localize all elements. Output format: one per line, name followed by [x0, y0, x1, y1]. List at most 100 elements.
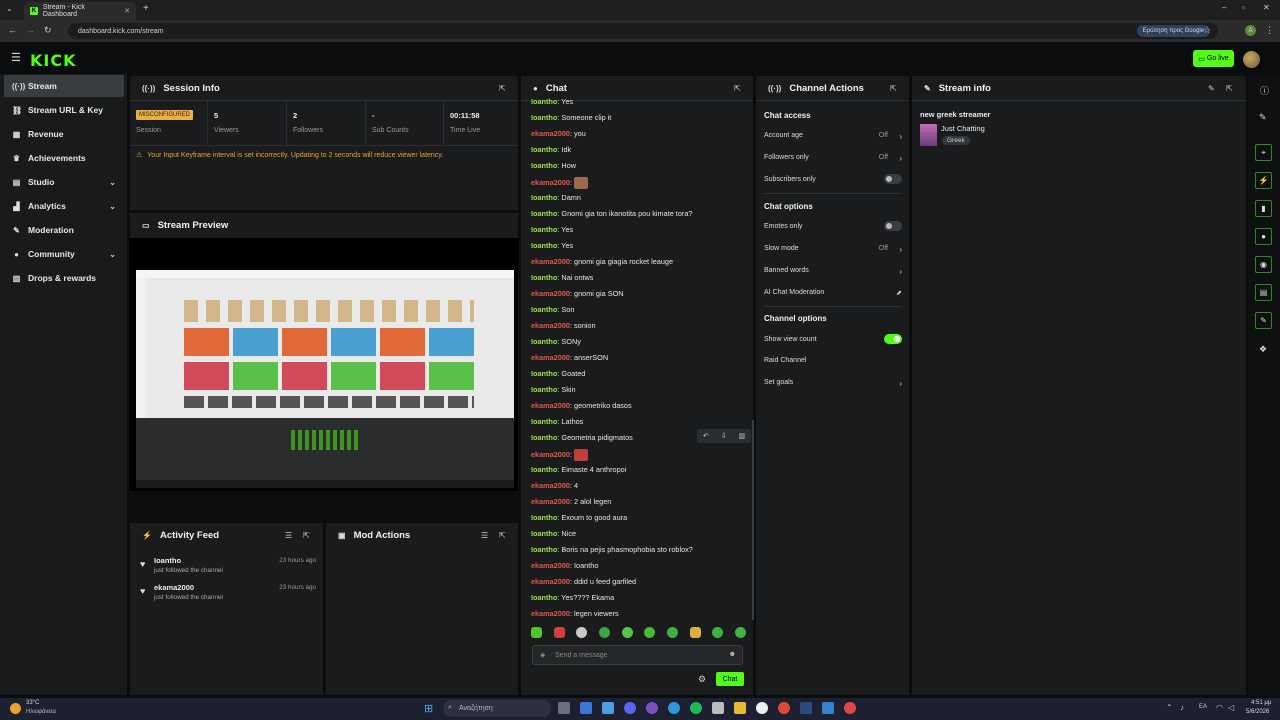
chat-message[interactable]: Ioantho: Lathos	[531, 417, 583, 426]
viber-icon[interactable]	[646, 702, 658, 714]
chat-message[interactable]: ekama2000: gnomi gia giagia rocket leaug…	[531, 257, 673, 266]
clock-date[interactable]: 5/6/2026	[1246, 709, 1269, 715]
chat-message[interactable]: Ioantho: Goated	[531, 369, 585, 378]
rail-session-icon[interactable]: ⌖	[1255, 144, 1272, 161]
app-icon[interactable]	[580, 702, 592, 714]
chat-message[interactable]: ekama2000: legen viewers	[531, 609, 619, 618]
stream-category[interactable]: Just Chatting	[941, 124, 985, 133]
sidebar-item-community[interactable]: ● Community ⌄	[4, 243, 124, 265]
taskbar-search[interactable]: ⌕ Αναζήτηση	[443, 700, 551, 717]
chat-username[interactable]: Ioantho	[531, 161, 557, 170]
maximize-icon[interactable]: ▫	[1242, 3, 1245, 12]
new-tab-icon[interactable]: +	[143, 3, 149, 14]
chat-message[interactable]: Ioantho: Gnomi gia ton ikanotita pou kim…	[531, 209, 692, 218]
app-icon[interactable]	[712, 702, 724, 714]
stream-tag[interactable]: Greek	[942, 136, 970, 145]
chat-message[interactable]: Ioantho: Yes	[531, 225, 573, 234]
chat-message[interactable]: ekama2000: sonion	[531, 321, 596, 330]
go-live-button[interactable]: ▭ Go live	[1193, 50, 1234, 67]
popout-icon[interactable]: ⇱	[734, 84, 741, 93]
emote-icon[interactable]	[644, 627, 656, 638]
chat-message[interactable]: Ioantho: How	[531, 161, 576, 170]
chat-username[interactable]: Ioantho	[531, 433, 557, 442]
emote-icon[interactable]	[712, 627, 724, 638]
sidebar-item-analytics[interactable]: ▟ Analytics ⌄	[4, 195, 124, 217]
filter-icon[interactable]: ☰	[285, 531, 292, 540]
task-view-icon[interactable]	[558, 702, 570, 714]
followers-only-row[interactable]: Followers only Off ›	[764, 154, 902, 163]
chat-message[interactable]: Ioantho: Yes	[531, 241, 573, 250]
language-indicator[interactable]: EA	[1199, 704, 1207, 710]
account-age-row[interactable]: Account age Off ›	[764, 132, 902, 141]
chat-username[interactable]: Ioantho	[531, 241, 557, 250]
sidebar-item-stream[interactable]: ((·)) Stream	[4, 75, 124, 97]
chat-message[interactable]: ekama2000: you	[531, 129, 586, 138]
emoji-icon[interactable]: ☻	[729, 651, 736, 658]
popout-icon[interactable]: ⇱	[499, 84, 506, 93]
app-icon[interactable]	[822, 702, 834, 714]
wifi-icon[interactable]: ◠	[1216, 703, 1223, 712]
rail-preview-icon[interactable]: ▤	[1255, 284, 1272, 301]
subscribers-only-toggle[interactable]	[884, 174, 902, 184]
sidebar-item-drops[interactable]: ▥ Drops & rewards	[4, 267, 124, 289]
popout-icon[interactable]: ⇱	[1226, 84, 1233, 93]
chat-username[interactable]: ekama2000	[531, 401, 570, 410]
profile-avatar[interactable]: A	[1245, 25, 1256, 36]
stream-preview-video[interactable]	[130, 238, 518, 491]
chat-message[interactable]: ekama2000: 4	[531, 481, 578, 490]
chat-message[interactable]: Ioantho: Geometria pidigmatos	[531, 433, 633, 442]
back-icon[interactable]: ←	[8, 25, 17, 35]
browser-menu-icon[interactable]: ⋮	[1265, 25, 1274, 36]
chat-message[interactable]: Ioantho: Nice	[531, 529, 576, 538]
google-search-chip[interactable]: Ερώτηση προς Google	[1136, 25, 1210, 37]
chat-username[interactable]: ekama2000	[531, 289, 570, 298]
layout-icon[interactable]: ❖	[1259, 344, 1267, 355]
rail-wrench-icon[interactable]: ✎	[1255, 312, 1272, 329]
emotes-only-toggle[interactable]	[884, 221, 902, 231]
set-goals-row[interactable]: Set goals ›	[764, 379, 902, 388]
chat-username[interactable]: ekama2000	[531, 481, 570, 490]
forward-icon[interactable]: →	[26, 25, 35, 35]
steam-icon[interactable]	[800, 702, 812, 714]
url-field[interactable]: dashboard.kick.com/stream	[68, 23, 1218, 39]
edit-pencil-icon[interactable]: ✎	[1259, 112, 1267, 123]
chat-message[interactable]: Ioantho: Damn	[531, 193, 581, 202]
rail-chat-icon[interactable]: ●	[1255, 228, 1272, 245]
chat-username[interactable]: Ioantho	[531, 273, 557, 282]
undo-icon[interactable]: ↶	[703, 432, 709, 440]
chat-message[interactable]: Ioantho: Nai ontws	[531, 273, 593, 282]
popout-icon[interactable]: ⇱	[499, 531, 506, 540]
chat-message[interactable]: ekama2000: 2 alol legen	[531, 497, 611, 506]
weather-temp[interactable]: 33°C	[26, 700, 39, 706]
chat-message[interactable]: Ioantho: Boris na pejis phasmophobia sto…	[531, 545, 693, 554]
rail-activity-icon[interactable]: ⚡	[1255, 172, 1272, 189]
spotify-icon[interactable]	[690, 702, 702, 714]
emote-icon[interactable]	[689, 627, 701, 638]
chat-scrollbar[interactable]	[752, 420, 754, 620]
chrome-icon[interactable]	[778, 702, 790, 714]
chat-username[interactable]: Ioantho	[531, 385, 557, 394]
chat-message[interactable]: ekama2000: Ioantho	[531, 561, 598, 570]
sidebar-item-studio[interactable]: ▤ Studio ⌄	[4, 171, 124, 193]
send-chat-button[interactable]: Chat	[716, 672, 744, 686]
tab-search-icon[interactable]: ⌄	[6, 4, 13, 13]
kick-logo[interactable]: KICK	[30, 51, 77, 70]
chat-username[interactable]: Ioantho	[531, 513, 557, 522]
user-avatar[interactable]	[1243, 51, 1260, 68]
delete-icon[interactable]: ▥	[738, 432, 745, 440]
rail-broadcast-icon[interactable]: ◉	[1255, 256, 1272, 273]
chat-username[interactable]: Ioantho	[531, 97, 557, 106]
chat-message[interactable]: ekama2000:	[531, 449, 589, 461]
chat-message[interactable]: Ioantho: Skin	[531, 385, 576, 394]
chat-username[interactable]: ekama2000	[531, 497, 570, 506]
sidebar-item-achievements[interactable]: ♛ Achievements	[4, 147, 124, 169]
chat-username[interactable]: Ioantho	[531, 593, 557, 602]
sidebar-item-revenue[interactable]: ▦ Revenue	[4, 123, 124, 145]
ai-moderation-row[interactable]: AI Chat Moderation ⬈	[764, 289, 902, 297]
slow-mode-row[interactable]: Slow mode Off ›	[764, 245, 902, 254]
app-icon[interactable]	[844, 702, 856, 714]
edge-icon[interactable]	[668, 702, 680, 714]
chat-message[interactable]: ekama2000: ddid u feed garfiled	[531, 577, 636, 586]
emote-icon[interactable]	[531, 627, 542, 638]
chat-message[interactable]: Ioantho: Exoum to good aura	[531, 513, 627, 522]
